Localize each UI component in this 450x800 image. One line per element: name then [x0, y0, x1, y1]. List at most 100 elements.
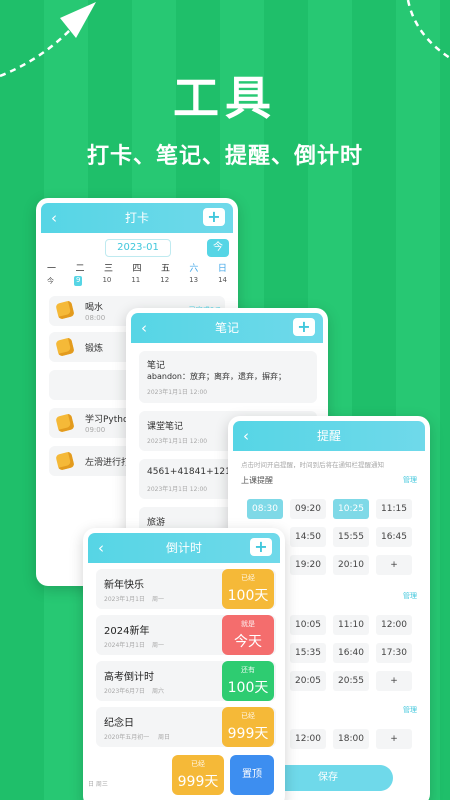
task-icon	[55, 413, 75, 433]
back-icon[interactable]: ‹	[141, 313, 147, 343]
note-date: 2023年1月1日 12:00	[147, 389, 208, 396]
time-chip[interactable]: 11:15	[376, 499, 412, 519]
badge-label: 还有	[241, 666, 255, 674]
weekday-label: 三	[103, 264, 113, 274]
weekday-label: 一	[47, 264, 57, 274]
note-title: 旅游	[147, 518, 166, 528]
weekday-label: 日	[217, 264, 227, 274]
hero-title: 工具	[173, 71, 277, 125]
back-icon[interactable]: ‹	[243, 421, 249, 451]
back-icon[interactable]: ‹	[51, 203, 57, 233]
weekday-label: 五	[160, 264, 170, 274]
today-button[interactable]: 今	[207, 239, 229, 257]
time-chip[interactable]: 15:35	[290, 643, 326, 663]
task-icon	[55, 300, 75, 320]
event-weekday: 周六	[152, 688, 165, 695]
time-chip[interactable]: 15:55	[333, 527, 369, 547]
event-name: 高考倒计时	[104, 672, 154, 683]
time-chip[interactable]: 20:55	[333, 671, 369, 691]
back-icon[interactable]: ‹	[98, 533, 104, 563]
hero-subtitle: 打卡、笔记、提醒、倒计时	[86, 144, 363, 169]
time-chip[interactable]: 20:05	[290, 671, 326, 691]
checkin-topbar: ‹ 打卡 +	[41, 203, 233, 233]
promo-page: 工具 打卡、笔记、提醒、倒计时 ‹ 打卡 + 2023-01 今 一 二 三 四…	[0, 0, 450, 800]
date-cell[interactable]: 11	[131, 276, 140, 286]
time-chip[interactable]: 17:30	[376, 643, 412, 663]
add-checkin-button[interactable]: +	[203, 208, 225, 226]
date-cell[interactable]: 10	[102, 276, 111, 286]
add-countdown-button[interactable]: +	[250, 538, 272, 556]
time-chip[interactable]: 14:50	[290, 527, 326, 547]
reminder-hint: 点击时间开启提醒，时间到后将在通知栏提醒通知	[241, 461, 384, 469]
checkin-title: 打卡	[124, 211, 149, 225]
time-chip[interactable]: 12:00	[376, 615, 412, 635]
task-icon	[55, 451, 75, 471]
countdown-badge: 还有 100天	[222, 661, 274, 701]
date-cell[interactable]: 13	[189, 276, 198, 286]
time-chip[interactable]: 10:05	[290, 615, 326, 635]
event-weekday: 周一	[152, 642, 165, 649]
countdown-badge: 就是 今天	[222, 615, 274, 655]
note-date: 2023年1月1日 12:00	[147, 438, 208, 445]
badge-value: 999天	[177, 774, 219, 790]
badge-value: 100天	[227, 680, 269, 696]
add-time-button[interactable]: +	[376, 555, 412, 575]
task-name: 喝水	[85, 303, 104, 313]
time-chip[interactable]: 11:10	[333, 615, 369, 635]
countdown-card: ‹ 倒计时 + 新年快乐 2023年1月1日 周一 已经 100天 2024新年…	[83, 528, 285, 800]
note-title: 笔记	[147, 361, 166, 371]
date-cell[interactable]: 今	[47, 276, 54, 286]
note-body: abandon：放弃；离弃，遗弃，摒弃；	[147, 372, 286, 381]
date-cell-selected[interactable]: 9	[73, 276, 83, 286]
add-note-button[interactable]: +	[293, 318, 315, 336]
badge-label: 已经	[241, 574, 255, 582]
event-weekday: 周日	[158, 734, 171, 741]
note-item[interactable]: 笔记 abandon：放弃；离弃，遗弃，摒弃； 2023年1月1日 12:00	[139, 351, 317, 403]
time-chip[interactable]: 16:40	[333, 643, 369, 663]
time-chip[interactable]: 10:25	[333, 499, 369, 519]
task-time: 08:00	[85, 314, 106, 322]
footer-weekday: 日 周三	[88, 781, 108, 788]
countdown-badge: 已经 999天	[172, 755, 224, 795]
date-row: 今 9 10 11 12 13 14	[41, 274, 233, 286]
time-chip[interactable]: 19:20	[290, 555, 326, 575]
weekday-label: 四	[132, 264, 142, 274]
countdown-topbar: ‹ 倒计时 +	[88, 533, 280, 563]
time-chip[interactable]: 09:20	[290, 499, 326, 519]
month-label[interactable]: 2023-01	[105, 239, 171, 257]
event-date: 2023年6月7日	[104, 688, 145, 695]
event-name: 纪念日	[104, 718, 134, 729]
pin-button[interactable]: 置顶	[230, 755, 274, 795]
add-time-button[interactable]: +	[376, 729, 412, 749]
time-chip[interactable]: 08:30	[247, 499, 283, 519]
weekday-label: 二	[75, 264, 85, 274]
countdown-badge: 已经 100天	[222, 569, 274, 609]
badge-value: 100天	[227, 588, 269, 604]
notes-topbar: ‹ 笔记 +	[131, 313, 323, 343]
event-name: 新年快乐	[104, 580, 144, 591]
manage-link[interactable]: 管理	[403, 591, 417, 601]
manage-link[interactable]: 管理	[403, 475, 417, 485]
reminder-topbar: ‹ 提醒	[233, 421, 425, 451]
time-chip[interactable]: 12:00	[290, 729, 326, 749]
time-chip[interactable]: 18:00	[333, 729, 369, 749]
event-date: 2020年五月初一	[104, 734, 150, 741]
badge-value: 999天	[227, 726, 269, 742]
event-date: 2024年1月1日	[104, 642, 145, 649]
weekday-row: 一 二 三 四 五 六 日	[41, 261, 233, 274]
date-cell[interactable]: 14	[218, 276, 227, 286]
event-weekday: 周一	[152, 596, 165, 603]
time-chip[interactable]: 20:10	[333, 555, 369, 575]
time-chip[interactable]: 16:45	[376, 527, 412, 547]
note-title: 4561+41841+121	[147, 467, 231, 477]
badge-label: 就是	[241, 620, 255, 628]
countdown-title: 倒计时	[165, 541, 202, 555]
task-icon	[55, 337, 75, 357]
manage-link[interactable]: 管理	[403, 705, 417, 715]
add-time-button[interactable]: +	[376, 671, 412, 691]
date-cell[interactable]: 12	[160, 276, 169, 286]
countdown-badge: 已经 999天	[222, 707, 274, 747]
notes-title: 笔记	[214, 321, 239, 335]
note-title: 课堂笔记	[147, 422, 184, 432]
task-name: 锻炼	[85, 344, 104, 354]
